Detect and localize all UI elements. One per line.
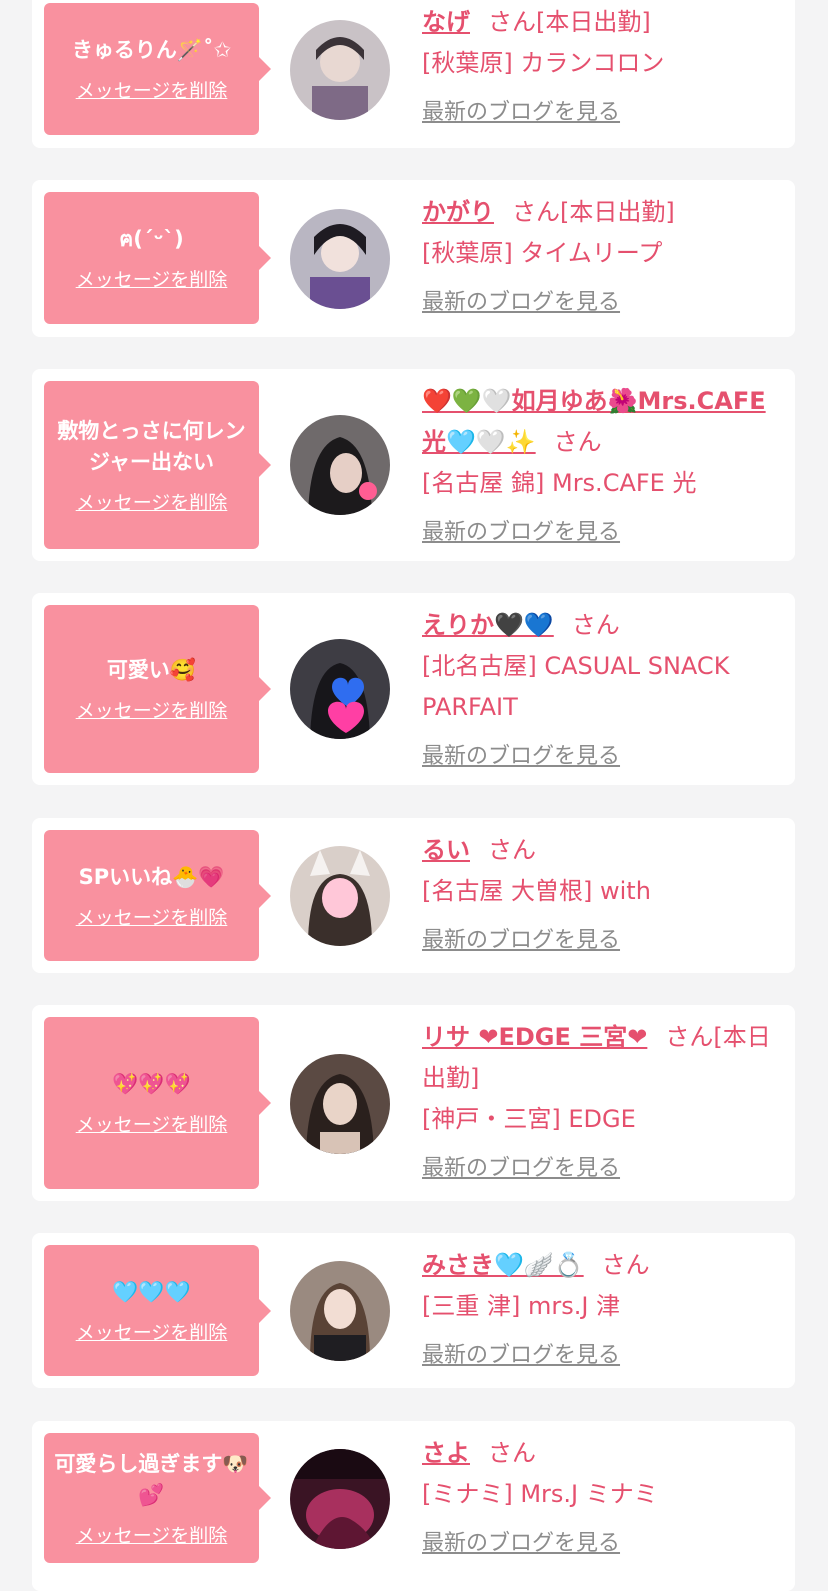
avatar[interactable] xyxy=(290,639,390,739)
cast-info: みさき🩵🪽💍 さん [三重 津] mrs.J 津 最新のブログを見る xyxy=(422,1245,777,1376)
cast-suffix: さん xyxy=(553,428,602,456)
latest-blog-link[interactable]: 最新のブログを見る xyxy=(422,1148,777,1189)
cast-suffix: さん xyxy=(488,836,536,864)
cast-info: リサ ❤EDGE 三宮❤ さん[本日出勤] [神戸・三宮] EDGE 最新のブログ… xyxy=(422,1017,777,1189)
cast-info: なげ さん[本日出勤] [秋葉原] カランコロン 最新のブログを見る xyxy=(422,2,777,133)
cast-name-line: かがり さん[本日出勤] xyxy=(422,192,777,233)
message-text: きゅるりん🪄˚✩ xyxy=(71,38,232,62)
message-bubble: 可愛らし過ぎます🐶💕 メッセージを削除 xyxy=(44,1433,271,1563)
message-text: SPいいね🐣💗 xyxy=(78,864,225,889)
message-text: 可愛らし過ぎます🐶💕 xyxy=(54,1451,249,1507)
cast-info: えりか🖤💙 さん [北名古屋] CASUAL SNACK PARFAIT 最新のブ… xyxy=(422,605,777,777)
avatar[interactable] xyxy=(290,1449,390,1549)
shop-label: [名古屋 錦] Mrs.CAFE 光 xyxy=(422,469,697,497)
shop-label: [名古屋 大曽根] with xyxy=(422,877,651,905)
cast-info: るい さん [名古屋 大曽根] with 最新のブログを見る xyxy=(422,830,777,961)
cast-name-link[interactable]: みさき🩵🪽💍 xyxy=(422,1251,584,1279)
delete-message-link[interactable]: メッセージを削除 xyxy=(76,1318,228,1345)
cast-info: かがり さん[本日出勤] [秋葉原] タイムリープ 最新のブログを見る xyxy=(422,192,777,323)
cast-suffix: さん[本日出勤] xyxy=(488,8,651,36)
message-card: 可愛らし過ぎます🐶💕 メッセージを削除 さよ さん [ミナミ] Mrs.J ミナミ… xyxy=(32,1421,795,1591)
message-card: SPいいね🐣💗 メッセージを削除 るい さん [名古屋 大曽根] with 最新の… xyxy=(32,818,795,973)
avatar[interactable] xyxy=(290,1261,390,1361)
cast-name-line: えりか🖤💙 さん xyxy=(422,605,777,646)
avatar[interactable] xyxy=(290,415,390,515)
message-card: 💖💖💖 メッセージを削除 リサ ❤EDGE 三宮❤ さん[本日出勤] [神戸・三宮… xyxy=(32,1005,795,1201)
latest-blog-link[interactable]: 最新のブログを見る xyxy=(422,512,777,553)
cast-name-line: なげ さん[本日出勤] xyxy=(422,2,777,43)
cast-suffix: さん[本日出勤] xyxy=(512,198,675,226)
latest-blog-link[interactable]: 最新のブログを見る xyxy=(422,282,777,323)
cast-name-link[interactable]: リサ ❤EDGE 三宮❤ xyxy=(422,1023,647,1051)
avatar[interactable] xyxy=(290,209,390,309)
avatar[interactable] xyxy=(290,846,390,946)
message-bubble: ฅ(ˊᵕˋ) メッセージを削除 xyxy=(44,192,271,324)
delete-message-link[interactable]: メッセージを削除 xyxy=(76,696,228,723)
shop-label: [北名古屋] CASUAL SNACK PARFAIT xyxy=(422,652,730,721)
avatar[interactable] xyxy=(290,1054,390,1154)
cast-suffix: さん xyxy=(601,1251,650,1279)
delete-message-link[interactable]: メッセージを削除 xyxy=(76,76,228,103)
avatar[interactable] xyxy=(290,20,390,120)
cast-name-link[interactable]: さよ xyxy=(422,1439,470,1467)
message-card: 可愛い🥰 メッセージを削除 えりか🖤💙 さん [北名古屋] CASUAL SNAC… xyxy=(32,593,795,785)
cast-name-line: ❤️💚🤍如月ゆあ🌺Mrs.CAFE光🩵🤍✨ さん xyxy=(422,381,777,463)
message-bubble: 敷物とっさに何レンジャー出ない メッセージを削除 xyxy=(44,381,271,549)
message-bubble: 🩵🩵🩵 メッセージを削除 xyxy=(44,1245,271,1376)
shop-label: [三重 津] mrs.J 津 xyxy=(422,1292,621,1320)
shop-label: [秋葉原] タイムリープ xyxy=(422,239,663,267)
message-bubble: 可愛い🥰 メッセージを削除 xyxy=(44,605,271,773)
cast-name-line: るい さん xyxy=(422,830,777,871)
latest-blog-link[interactable]: 最新のブログを見る xyxy=(422,736,777,777)
message-text: 🩵🩵🩵 xyxy=(112,1279,191,1304)
message-card: 敷物とっさに何レンジャー出ない メッセージを削除 ❤️💚🤍如月ゆあ🌺Mrs.CA… xyxy=(32,369,795,561)
message-bubble: 💖💖💖 メッセージを削除 xyxy=(44,1017,271,1189)
message-text: ฅ(ˊᵕˋ) xyxy=(119,227,184,251)
message-bubble: SPいいね🐣💗 メッセージを削除 xyxy=(44,830,271,961)
delete-message-link[interactable]: メッセージを削除 xyxy=(76,488,228,515)
cast-name-link[interactable]: えりか🖤💙 xyxy=(422,611,554,639)
latest-blog-link[interactable]: 最新のブログを見る xyxy=(422,1523,777,1564)
latest-blog-link[interactable]: 最新のブログを見る xyxy=(422,1335,777,1376)
cast-name-line: リサ ❤EDGE 三宮❤ さん[本日出勤] xyxy=(422,1017,777,1099)
cast-info: ❤️💚🤍如月ゆあ🌺Mrs.CAFE光🩵🤍✨ さん [名古屋 錦] Mrs.CAFE… xyxy=(422,381,777,553)
cast-name-line: みさき🩵🪽💍 さん xyxy=(422,1245,777,1286)
message-text: 💖💖💖 xyxy=(112,1072,191,1096)
delete-message-link[interactable]: メッセージを削除 xyxy=(76,1110,228,1137)
cast-name-link[interactable]: るい xyxy=(422,836,470,864)
cast-name-link[interactable]: なげ xyxy=(422,8,470,36)
message-text: 敷物とっさに何レンジャー出ない xyxy=(57,418,246,474)
shop-label: [秋葉原] カランコロン xyxy=(422,49,665,77)
cast-name-link[interactable]: かがり xyxy=(422,198,494,226)
shop-label: [神戸・三宮] EDGE xyxy=(422,1105,636,1133)
cast-suffix: さん xyxy=(488,1439,536,1467)
delete-message-link[interactable]: メッセージを削除 xyxy=(76,1521,228,1548)
latest-blog-link[interactable]: 最新のブログを見る xyxy=(422,92,777,133)
cast-suffix: さん xyxy=(571,611,620,639)
cast-name-line: さよ さん xyxy=(422,1433,777,1474)
message-card: きゅるりん🪄˚✩ メッセージを削除 なげ さん[本日出勤] [秋葉原] カランコロ… xyxy=(32,0,795,148)
message-list: きゅるりん🪄˚✩ メッセージを削除 なげ さん[本日出勤] [秋葉原] カランコロ… xyxy=(0,0,828,1591)
message-bubble: きゅるりん🪄˚✩ メッセージを削除 xyxy=(44,3,271,135)
message-card: 🩵🩵🩵 メッセージを削除 みさき🩵🪽💍 さん [三重 津] mrs.J 津 最新の… xyxy=(32,1233,795,1388)
message-card: ฅ(ˊᵕˋ) メッセージを削除 かがり さん[本日出勤] [秋葉原] タイムリープ… xyxy=(32,180,795,337)
delete-message-link[interactable]: メッセージを削除 xyxy=(76,903,228,930)
latest-blog-link[interactable]: 最新のブログを見る xyxy=(422,920,777,961)
cast-info: さよ さん [ミナミ] Mrs.J ミナミ 最新のブログを見る xyxy=(422,1433,777,1564)
shop-label: [ミナミ] Mrs.J ミナミ xyxy=(422,1480,658,1508)
message-text: 可愛い🥰 xyxy=(106,658,197,682)
delete-message-link[interactable]: メッセージを削除 xyxy=(76,265,228,292)
